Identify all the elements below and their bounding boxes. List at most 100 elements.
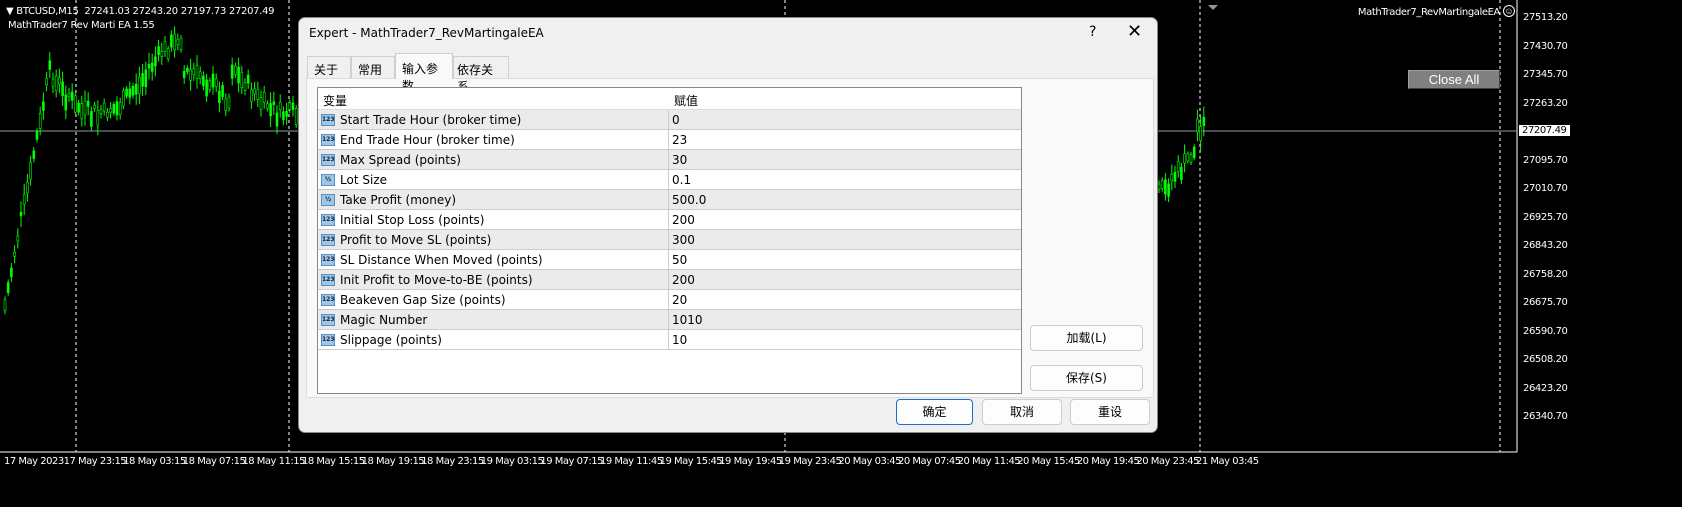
candle-body — [189, 69, 192, 81]
candle-body — [96, 110, 100, 126]
candle-body — [3, 299, 7, 312]
smiley-icon[interactable]: ☺ — [1503, 5, 1515, 17]
candle-body — [93, 104, 96, 109]
candle-body — [13, 251, 16, 257]
candle-body — [237, 66, 240, 84]
price-axis-label: 26925.70 — [1523, 211, 1568, 223]
param-value[interactable]: 50 — [669, 253, 687, 267]
param-value[interactable]: 0 — [669, 113, 680, 127]
candle-body — [282, 111, 285, 121]
time-axis-label: 18 May 03:15 — [123, 456, 186, 467]
candle-body — [86, 100, 90, 107]
candle-body — [266, 103, 269, 109]
param-value[interactable]: 300 — [669, 233, 695, 247]
candle-body — [166, 48, 170, 60]
param-name: Beakeven Gap Size (points) — [340, 292, 506, 307]
candle-body — [141, 73, 144, 87]
param-value[interactable]: 1010 — [669, 313, 703, 327]
time-axis-label: 19 May 07:15 — [540, 456, 603, 467]
candle-body — [1170, 173, 1174, 181]
close-all-button[interactable]: Close All — [1408, 70, 1500, 89]
param-row[interactable]: 123 Beakeven Gap Size (points) 20 — [318, 290, 1021, 310]
column-value[interactable]: 赋值 — [669, 88, 703, 109]
param-value[interactable]: 10 — [669, 333, 687, 347]
candle-body — [42, 101, 45, 111]
candle-body — [90, 110, 93, 127]
param-row[interactable]: 123 Magic Number 1010 — [318, 310, 1021, 330]
close-button[interactable]: ✕ — [1127, 21, 1142, 42]
candle-body — [198, 71, 202, 80]
candle-body — [221, 85, 224, 98]
help-button[interactable]: ? — [1089, 24, 1096, 40]
param-name: Magic Number — [340, 312, 428, 327]
param-row[interactable]: 123 Initial Stop Loss (points) 200 — [318, 210, 1021, 230]
load-button[interactable]: 加载(L) — [1030, 325, 1143, 351]
candle-body — [51, 78, 55, 87]
param-name-cell: 123 SL Distance When Moved (points) — [318, 250, 669, 269]
time-axis-label: 18 May 11:15 — [242, 456, 305, 467]
candle-body — [294, 108, 298, 125]
candle-body — [250, 89, 253, 102]
param-value[interactable]: 200 — [669, 273, 695, 287]
cancel-button[interactable]: 取消 — [982, 399, 1062, 425]
candle-body — [272, 101, 276, 106]
param-row[interactable]: 123 End Trade Hour (broker time) 23 — [318, 130, 1021, 150]
tab-inputs[interactable]: 输入参数 — [395, 53, 453, 93]
candle-body — [19, 211, 23, 217]
param-value[interactable]: 500.0 — [669, 193, 706, 207]
candle-body — [1164, 179, 1167, 195]
time-axis-label: 18 May 19:15 — [361, 456, 425, 467]
param-row[interactable]: 123 Max Spread (points) 30 — [318, 150, 1021, 170]
param-value[interactable]: 20 — [669, 293, 687, 307]
candle-body — [230, 64, 234, 79]
integer-type-icon: 123 — [321, 293, 335, 306]
ok-button[interactable]: 确定 — [896, 399, 973, 425]
param-row[interactable]: 123 Slippage (points) 10 — [318, 330, 1021, 350]
param-name-cell: 123 Profit to Move SL (points) — [318, 230, 669, 249]
time-axis-label: 20 May 03:45 — [838, 456, 901, 467]
time-axis-label: 18 May 15:15 — [302, 456, 365, 467]
param-value[interactable]: 23 — [669, 133, 687, 147]
param-value[interactable]: 200 — [669, 213, 695, 227]
column-variable[interactable]: 变量 — [318, 88, 669, 109]
candle-body — [163, 41, 167, 53]
candle-body — [170, 34, 173, 48]
param-row[interactable]: 123 Init Profit to Move-to-BE (points) 200 — [318, 270, 1021, 290]
candle-body — [291, 102, 295, 110]
candle-body — [1176, 161, 1180, 172]
candle-body — [106, 111, 109, 118]
reset-button[interactable]: 重设 — [1070, 399, 1150, 425]
price-axis-label: 26508.20 — [1523, 354, 1568, 365]
param-value[interactable]: 30 — [669, 153, 687, 167]
param-row[interactable]: ½ Take Profit (money) 500.0 — [318, 190, 1021, 210]
candle-body — [26, 182, 29, 194]
time-axis-label: 20 May 07:45 — [898, 456, 961, 467]
params-table[interactable]: 变量 赋值 123 Start Trade Hour (broker time) 0… — [317, 87, 1022, 394]
time-axis-label: 17 May 23:15 — [63, 456, 127, 467]
double-type-icon: ½ — [321, 193, 335, 206]
param-row[interactable]: ½ Lot Size 0.1 — [318, 170, 1021, 190]
price-axis-label: 26675.70 — [1523, 297, 1568, 308]
tab-dependencies[interactable]: 依存关系 — [453, 56, 509, 94]
param-name-cell: ½ Take Profit (money) — [318, 190, 669, 209]
candle-body — [256, 89, 260, 100]
candle-body — [259, 97, 263, 111]
candle-body — [64, 94, 68, 111]
candle-body — [246, 74, 250, 84]
candle-body — [1196, 118, 1199, 133]
save-button[interactable]: 保存(S) — [1030, 365, 1143, 391]
candle-body — [6, 282, 10, 293]
param-row[interactable]: 123 SL Distance When Moved (points) 50 — [318, 250, 1021, 270]
candle-body — [122, 90, 125, 107]
tab-common[interactable]: 常用 — [351, 56, 395, 78]
tab-about[interactable]: 关于 — [307, 56, 351, 78]
param-row[interactable]: 123 Profit to Move SL (points) 300 — [318, 230, 1021, 250]
candle-body — [192, 68, 196, 76]
candle-body — [1180, 166, 1183, 181]
price-axis-label: 27263.20 — [1523, 97, 1568, 109]
param-value[interactable]: 0.1 — [669, 173, 691, 187]
param-name: Max Spread (points) — [340, 152, 461, 167]
candle-body — [112, 104, 116, 114]
param-row[interactable]: 123 Start Trade Hour (broker time) 0 — [318, 110, 1021, 130]
time-axis-label: 20 May 19:45 — [1076, 456, 1140, 467]
